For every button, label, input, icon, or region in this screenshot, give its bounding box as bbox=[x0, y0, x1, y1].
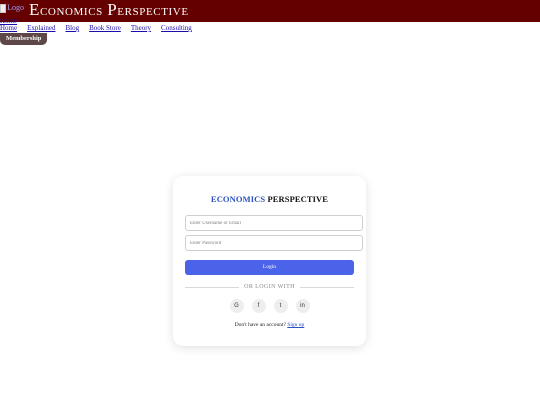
signup-prompt-text: Don't have an account? bbox=[234, 322, 286, 328]
site-title[interactable]: Economics Perspective bbox=[29, 0, 189, 21]
twitter-icon[interactable]: t bbox=[273, 299, 288, 313]
membership-button[interactable]: Membership bbox=[0, 33, 48, 45]
nav-consulting[interactable]: Consulting bbox=[161, 24, 192, 34]
title-initial-e: E bbox=[29, 0, 40, 19]
divider-line-left bbox=[185, 286, 240, 288]
signup-link[interactable]: Sign up bbox=[287, 322, 304, 328]
linkedin-icon[interactable]: in bbox=[295, 299, 310, 313]
logo-image[interactable]: Logo bbox=[0, 2, 24, 18]
title-rest-economics: conomics bbox=[39, 3, 103, 19]
nav-book-store[interactable]: Book Store bbox=[89, 24, 121, 34]
or-login-with-divider: OR LOGIN WITH bbox=[185, 282, 354, 292]
logo-alt-text: Logo bbox=[7, 3, 24, 12]
username-input[interactable] bbox=[185, 215, 363, 231]
social-login-buttons: G f t in bbox=[173, 299, 366, 313]
title-initial-p: P bbox=[107, 0, 118, 19]
nav-blog[interactable]: Blog bbox=[66, 24, 80, 34]
title-rest-perspective: erspective bbox=[117, 3, 189, 19]
divider-text: OR LOGIN WITH bbox=[244, 284, 295, 290]
login-card: ECONOMICS PERSPECTIVE Login OR LOGIN WIT… bbox=[173, 176, 366, 346]
signup-prompt-row: Don't have an account? Sign up bbox=[173, 321, 366, 329]
broken-image-icon bbox=[0, 4, 7, 13]
facebook-icon[interactable]: f bbox=[251, 299, 266, 313]
divider-line-right bbox=[299, 286, 354, 288]
title-accent-text: ECONOMICS bbox=[210, 194, 266, 204]
title-dark-text: PERSPECTIVE bbox=[267, 194, 329, 204]
login-button[interactable]: Login bbox=[185, 260, 354, 275]
google-icon[interactable]: G bbox=[229, 299, 244, 313]
top-header-bar: Logo Economics Perspective Home bbox=[0, 0, 540, 25]
login-card-title: ECONOMICS PERSPECTIVE bbox=[173, 194, 366, 204]
password-input[interactable] bbox=[185, 235, 363, 251]
nav-theory[interactable]: Theory bbox=[131, 24, 151, 34]
